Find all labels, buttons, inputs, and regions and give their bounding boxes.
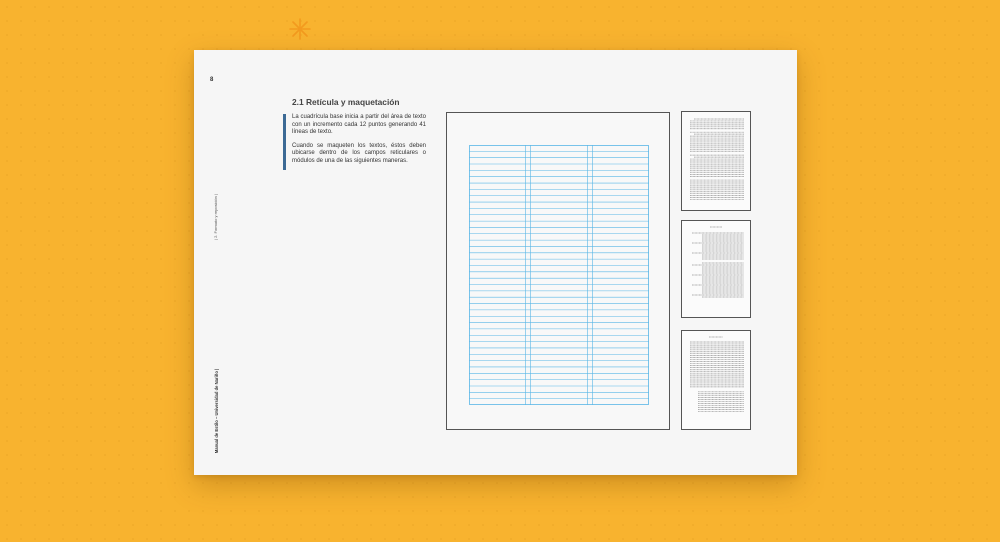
body-text: La cuadrícula base inicia a partir del á… bbox=[292, 114, 426, 165]
thumbnail-text-lines bbox=[690, 336, 744, 412]
section-title: 2.1 Retícula y maquetación bbox=[292, 97, 400, 107]
paragraph-1: La cuadrícula base inicia a partir del á… bbox=[292, 114, 426, 135]
layout-thumbnail-1 bbox=[681, 111, 751, 211]
document-page: 8 | 2. Formato y reposición | Manual de … bbox=[194, 50, 797, 475]
paragraph-2: Cuando se maqueten los textos, éstos deb… bbox=[292, 142, 426, 164]
baseline-grid-diagram bbox=[446, 112, 670, 430]
page-spine: | 2. Formato y reposición | Manual de Es… bbox=[212, 192, 219, 462]
baseline-grid bbox=[469, 145, 649, 405]
grid-border bbox=[469, 145, 649, 405]
chapter-label: | 2. Formato y reposición | bbox=[213, 193, 218, 241]
thumbnail-text-lines bbox=[690, 118, 744, 200]
layout-thumbnail-3 bbox=[681, 330, 751, 430]
sparkle-icon bbox=[289, 18, 311, 40]
layout-thumbnail-2 bbox=[681, 220, 751, 318]
publication-label: Manual de Estilo – Universidad de Nariño… bbox=[214, 368, 219, 454]
page-number: 8 bbox=[210, 77, 214, 83]
accent-bar bbox=[283, 114, 286, 170]
thumbnail-text-lines bbox=[692, 226, 744, 298]
